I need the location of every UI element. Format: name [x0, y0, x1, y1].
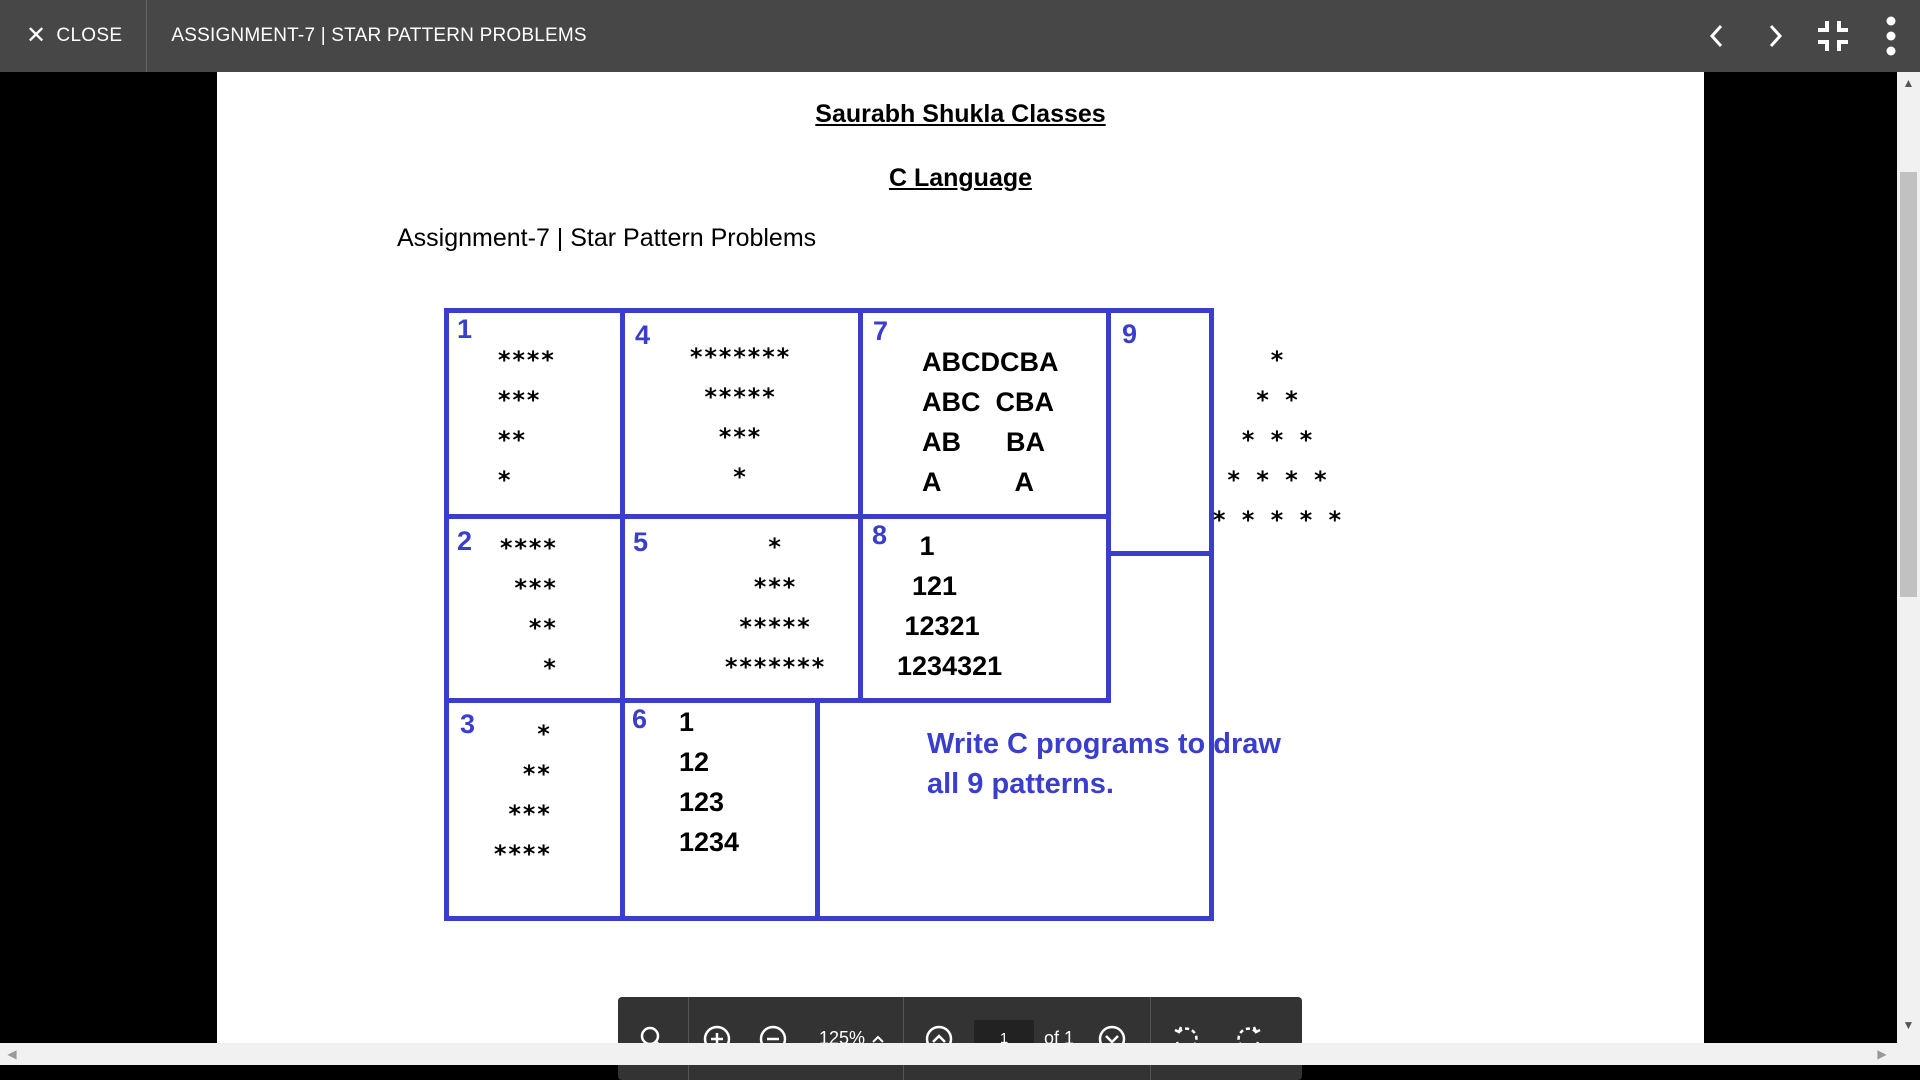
close-label: CLOSE [56, 25, 123, 46]
top-actions [1688, 0, 1920, 72]
pattern-number: 1 [457, 314, 473, 344]
pattern-lines: * ** *** **** [493, 720, 551, 868]
pattern-lines: ******* ***** *** * [689, 343, 791, 491]
grid-line [444, 514, 1111, 519]
pattern-number: 5 [633, 527, 649, 557]
exit-fullscreen-button[interactable] [1804, 0, 1862, 72]
chevron-right-icon [1769, 24, 1783, 48]
grid-line [620, 308, 625, 921]
pattern-number: 6 [632, 704, 648, 734]
chevron-up-icon [872, 1035, 884, 1043]
instruction-text: Write C programs to draw all 9 patterns. [927, 728, 1281, 800]
document-title: ASSIGNMENT-7 | STAR PATTERN PROBLEMS [171, 25, 587, 46]
heading-subject: C Language [888, 164, 1033, 192]
previous-page-button[interactable] [904, 997, 974, 1080]
pattern-lines: * * * * * * * * * * * * * * * [1212, 346, 1343, 534]
scrollbar-corner [1897, 1043, 1920, 1065]
search-button[interactable] [618, 997, 688, 1080]
scroll-left-arrow[interactable]: ◀ [2, 1043, 22, 1065]
pattern-lines: 1 121 12321 1234321 [897, 531, 1003, 681]
next-button[interactable] [1746, 0, 1804, 72]
zoom-out-button[interactable] [745, 997, 801, 1080]
pattern-lines: **** *** ** * [497, 346, 555, 494]
zoom-in-button[interactable] [689, 997, 745, 1080]
next-page-button[interactable] [1084, 997, 1140, 1080]
pattern-lines: **** *** ** * [499, 534, 557, 682]
close-button[interactable]: ✕ CLOSE [0, 0, 148, 72]
document-viewer: Saurabh Shukla Classes C Language Assign… [0, 72, 1920, 1080]
pattern-number: 8 [872, 520, 888, 550]
pattern-grid [444, 308, 1214, 921]
rotate-left-button[interactable] [1151, 997, 1221, 1080]
pattern-lines: ABCDCBA ABC CBA AB BA A A [922, 347, 1059, 497]
pattern-lines: * *** ***** ******* [724, 533, 826, 681]
previous-button[interactable] [1688, 0, 1746, 72]
pattern-number: 7 [873, 316, 889, 346]
pdf-toolbar: 125% of 1 [618, 997, 1302, 1080]
document-page: Saurabh Shukla Classes C Language Assign… [217, 72, 1704, 1043]
top-bar: ✕ CLOSE ASSIGNMENT-7 | STAR PATTERN PROB… [0, 0, 1920, 72]
more-vertical-icon [1886, 16, 1896, 56]
chevron-left-icon [1709, 24, 1723, 48]
assignment-subheading: Assignment-7 | Star Pattern Problems [397, 224, 817, 252]
pattern-number: 4 [635, 320, 651, 350]
more-options-button[interactable] [1862, 0, 1920, 72]
rotate-right-button[interactable] [1221, 997, 1277, 1080]
grid-line [1106, 308, 1111, 703]
close-icon: ✕ [26, 22, 47, 49]
pattern-number: 9 [1122, 319, 1138, 349]
grid-line [815, 703, 820, 921]
exit-fullscreen-icon [1818, 21, 1848, 51]
grid-line [1106, 551, 1214, 556]
scroll-right-arrow[interactable]: ▶ [1872, 1043, 1892, 1065]
zoom-select[interactable]: 125% [801, 997, 903, 1080]
scrollbar-thumb[interactable] [1900, 172, 1917, 597]
heading-title: Saurabh Shukla Classes [815, 100, 1106, 128]
pattern-lines: 1 12 123 1234 [679, 707, 740, 857]
grid-line [444, 698, 1111, 703]
vertical-scrollbar[interactable]: ▲ ▼ [1897, 72, 1920, 1043]
pattern-number: 2 [457, 526, 473, 556]
horizontal-scrollbar[interactable]: ◀ ▶ [0, 1043, 1897, 1065]
pattern-number: 3 [460, 709, 476, 739]
scroll-down-arrow[interactable]: ▼ [1897, 1018, 1920, 1038]
scroll-up-arrow[interactable]: ▲ [1897, 76, 1920, 96]
grid-line [858, 308, 863, 703]
